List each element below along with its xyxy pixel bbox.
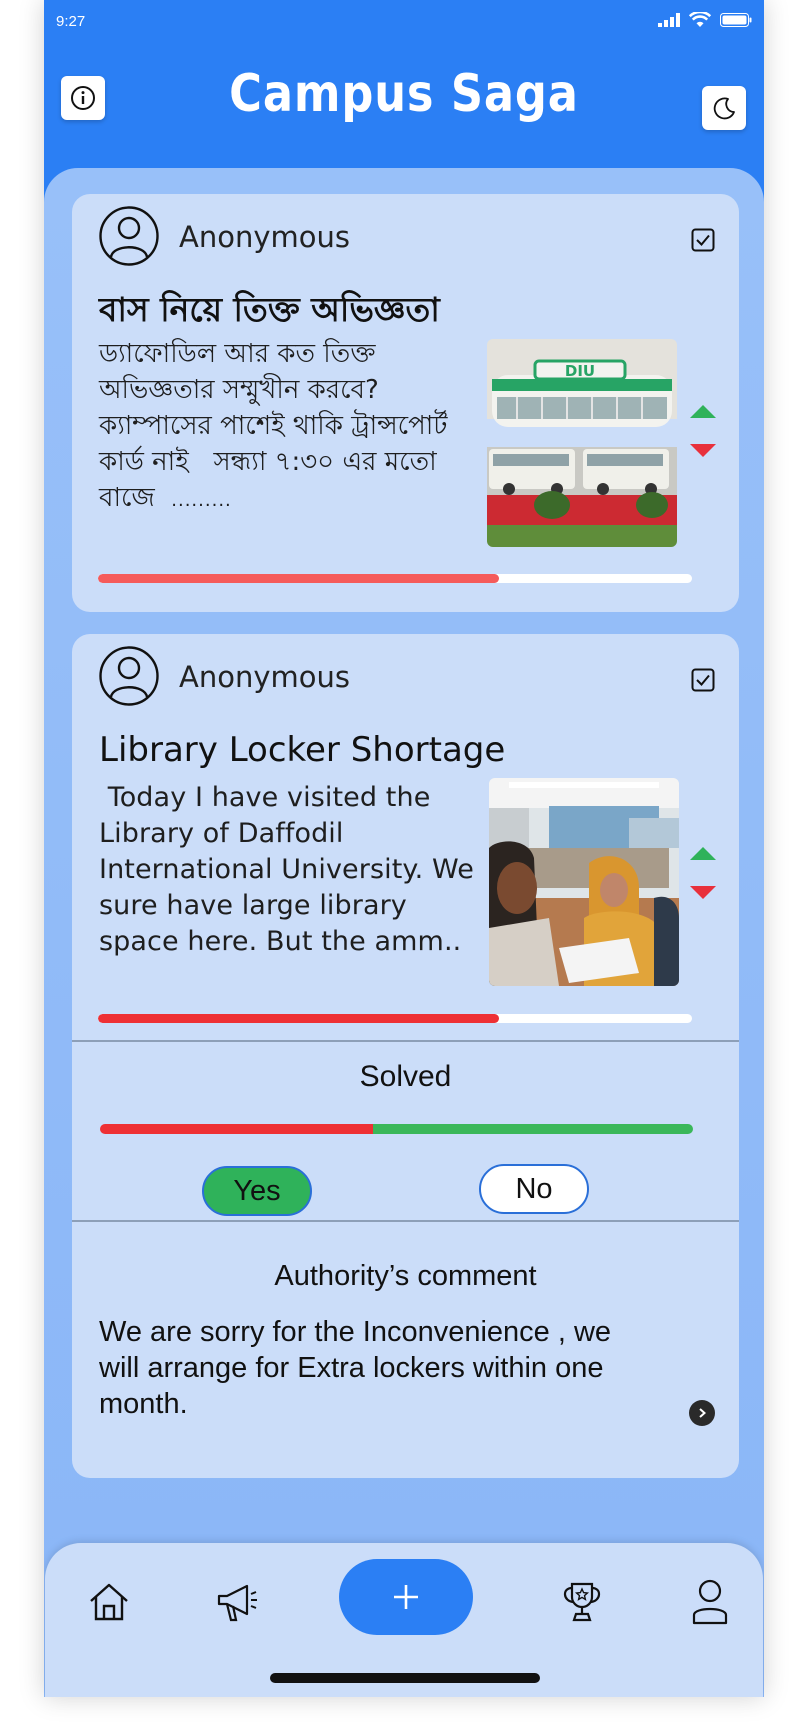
- vote-progress-fill: [98, 574, 499, 583]
- home-icon: [90, 1583, 128, 1621]
- post-title: Library Locker Shortage: [99, 730, 506, 770]
- divider: [72, 1220, 739, 1222]
- info-icon: [71, 86, 95, 110]
- post-body-text: ড্যাফোডিল আর কত তিক্ত অভিজ্ঞতার সম্মুখীন…: [99, 339, 456, 513]
- vote-progress-fill: [98, 1014, 499, 1023]
- anonymous-avatar-icon: [99, 646, 159, 706]
- post-body: Today I have visited the Library of Daff…: [99, 782, 483, 957]
- profile-icon: [692, 1579, 728, 1625]
- nav-home[interactable]: [84, 1577, 134, 1627]
- checkbox-icon[interactable]: [691, 228, 715, 252]
- status-icons: [658, 12, 752, 28]
- battery-icon: [720, 13, 752, 27]
- post-card[interactable]: Anonymous Library Locker Shortage Today …: [72, 634, 739, 1478]
- status-time: 9:27: [56, 13, 86, 30]
- vote-progress-bar: [98, 574, 692, 583]
- chevron-right-icon: [699, 1408, 707, 1418]
- megaphone-icon: [217, 1584, 257, 1622]
- home-indicator: [270, 1673, 540, 1683]
- wifi-icon: [689, 12, 711, 27]
- feed[interactable]: Anonymous বাস নিয়ে তিক্ত অভিজ্ঞতা ড্যাফ…: [44, 168, 764, 1697]
- moon-icon: [713, 97, 735, 120]
- post-card[interactable]: Anonymous বাস নিয়ে তিক্ত অভিজ্ঞতা ড্যাফ…: [72, 194, 739, 612]
- dark-mode-button[interactable]: [702, 86, 746, 130]
- signal-icon: [658, 13, 680, 27]
- post-body: ড্যাফোডিল আর কত তিক্ত অভিজ্ঞতার সম্মুখীন…: [99, 336, 464, 519]
- post-author: Anonymous: [179, 220, 350, 254]
- nav-leaderboard[interactable]: [557, 1577, 607, 1627]
- anonymous-avatar-icon: [99, 206, 159, 266]
- authority-comment-text: We are sorry for the Inconvenience , we …: [99, 1316, 612, 1420]
- phone-screen: 9:27 Campus Saga Anonymous বাস নিয়ে তিক…: [44, 0, 764, 1697]
- yes-button[interactable]: Yes: [202, 1166, 312, 1216]
- authority-comment-title: Authority’s comment: [274, 1260, 537, 1292]
- building-sign: DIU: [565, 362, 595, 380]
- trophy-icon: [563, 1582, 601, 1622]
- app-title: Campus Saga: [229, 64, 579, 124]
- nav-announcements[interactable]: [212, 1577, 262, 1627]
- no-button[interactable]: No: [479, 1164, 589, 1214]
- upvote-icon[interactable]: [690, 405, 716, 418]
- checkbox-icon[interactable]: [691, 668, 715, 692]
- upvote-icon[interactable]: [690, 847, 716, 860]
- post-title: বাস নিয়ে তিক্ত অভিজ্ঞতা: [99, 290, 440, 329]
- post-author: Anonymous: [179, 660, 350, 694]
- downvote-icon[interactable]: [690, 886, 716, 899]
- solved-title: Solved: [359, 1060, 452, 1093]
- divider: [72, 1040, 739, 1042]
- bottom-navigation: [45, 1543, 763, 1697]
- post-image-bus[interactable]: DIU: [487, 339, 677, 547]
- post-ellipsis: .........: [171, 490, 232, 511]
- next-comment-button[interactable]: [689, 1400, 715, 1426]
- vote-progress-bar: [98, 1014, 692, 1023]
- solved-vote-yes-segment: [100, 1124, 373, 1134]
- status-bar: 9:27: [44, 0, 764, 44]
- plus-icon: [394, 1585, 418, 1609]
- solved-vote-no-segment: [372, 1124, 693, 1134]
- solved-vote-bar: [100, 1124, 693, 1134]
- downvote-icon[interactable]: [690, 444, 716, 457]
- add-post-button[interactable]: [339, 1559, 473, 1635]
- post-image-library[interactable]: [489, 778, 679, 986]
- nav-profile[interactable]: [685, 1577, 735, 1627]
